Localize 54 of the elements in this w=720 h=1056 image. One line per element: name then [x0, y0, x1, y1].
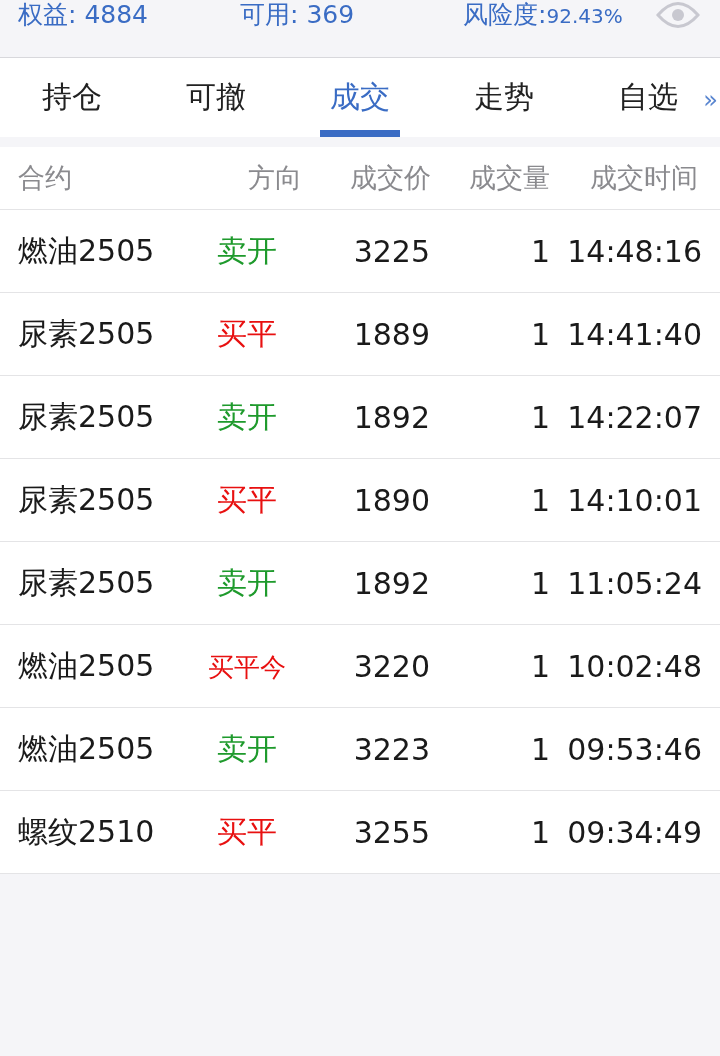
- table-cell: 3225: [302, 209, 431, 293]
- table-cell: 1890: [302, 458, 431, 542]
- tab[interactable]: 持仓: [0, 58, 144, 137]
- eye-icon[interactable]: [656, 0, 700, 30]
- column-header: 合约: [0, 147, 191, 210]
- table-cell: 1: [431, 375, 551, 459]
- table-cell: 1892: [302, 375, 431, 459]
- column-header: 成交时间: [551, 147, 720, 210]
- table-cell: 10:02:48: [551, 624, 720, 708]
- table-cell: 尿素2505: [0, 375, 191, 459]
- table-cell: 3220: [302, 624, 431, 708]
- direction-text: 卖开: [216, 729, 277, 768]
- table-cell: 尿素2505: [0, 541, 191, 625]
- tab[interactable]: 成交: [288, 58, 432, 137]
- direction-text: 买平: [216, 480, 277, 519]
- table-cell: 3223: [302, 707, 431, 791]
- table-cell: 1: [431, 790, 551, 874]
- direction-text: 买平今: [207, 650, 286, 684]
- table-cell: 1: [431, 458, 551, 542]
- direction-text: 卖开: [216, 397, 277, 436]
- column-header: 方向: [191, 147, 302, 210]
- summary-text: 权益: 4884: [18, 0, 149, 30]
- summary-text: 可用: 369: [240, 0, 356, 30]
- column-header: 成交价: [302, 147, 431, 210]
- tab[interactable]: 走势: [432, 58, 576, 137]
- table-cell: 燃油2505: [0, 707, 191, 791]
- column-header: 成交量: [431, 147, 551, 210]
- table-cell: 1: [431, 541, 551, 625]
- table-cell: 09:53:46: [551, 707, 720, 791]
- direction-text: 买平: [216, 812, 277, 851]
- table-cell: 1: [431, 209, 551, 293]
- table-cell: 螺纹2510: [0, 790, 191, 874]
- table-cell: 1: [431, 292, 551, 376]
- table-cell: 1892: [302, 541, 431, 625]
- table-cell: 14:10:01: [551, 458, 720, 542]
- summary-text: 风险度:92.43%: [463, 0, 623, 31]
- table-cell: 14:48:16: [551, 209, 720, 293]
- table-cell: 3255: [302, 790, 431, 874]
- table-cell: 燃油2505: [0, 624, 191, 708]
- table-cell: 1: [431, 707, 551, 791]
- direction-text: 买平: [216, 314, 277, 353]
- table-cell: 1: [431, 624, 551, 708]
- table-cell: 1889: [302, 292, 431, 376]
- table-cell: 14:22:07: [551, 375, 720, 459]
- direction-text: 卖开: [216, 231, 277, 270]
- table-cell: 尿素2505: [0, 458, 191, 542]
- table-cell: 11:05:24: [551, 541, 720, 625]
- table-cell: 14:41:40: [551, 292, 720, 376]
- table-cell: 燃油2505: [0, 209, 191, 293]
- tab[interactable]: 可撤: [144, 58, 288, 137]
- table-cell: 尿素2505: [0, 292, 191, 376]
- more-tabs-button[interactable]: »: [703, 86, 718, 114]
- table-cell: 09:34:49: [551, 790, 720, 874]
- direction-text: 卖开: [216, 563, 277, 602]
